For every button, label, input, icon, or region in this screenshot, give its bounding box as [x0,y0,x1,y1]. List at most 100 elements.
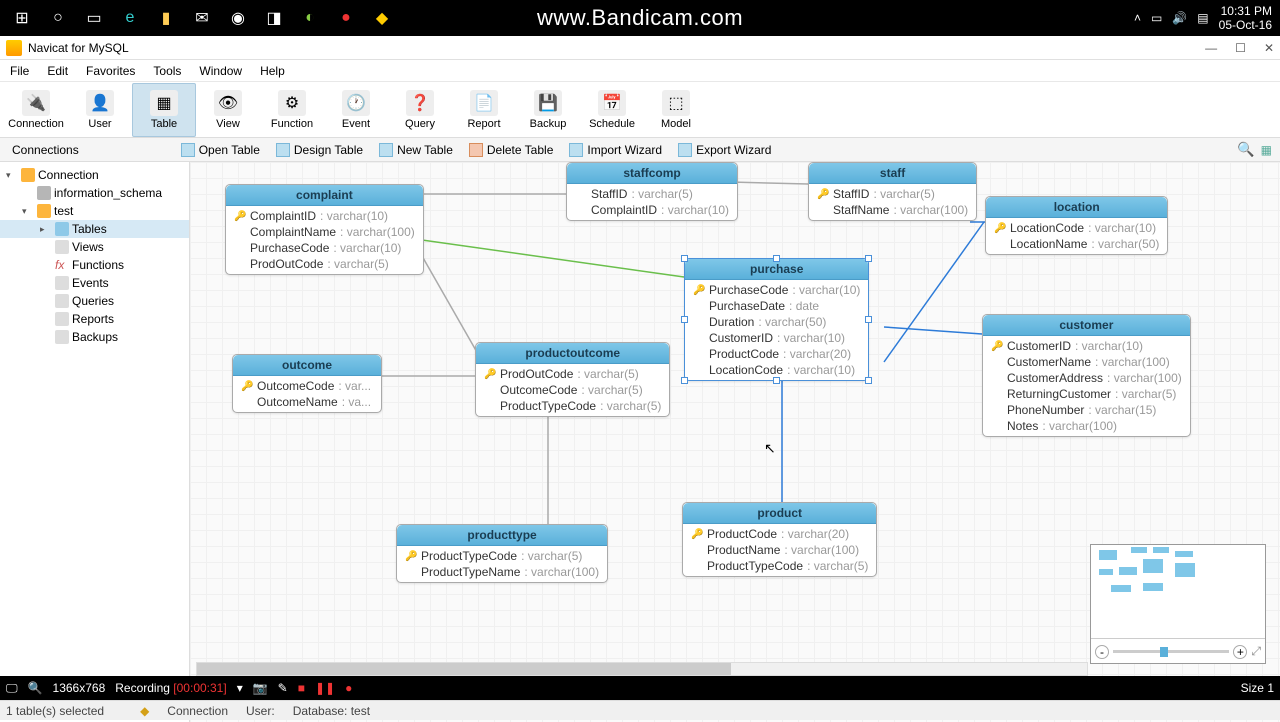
field-row[interactable]: PurchaseDate : date [685,298,868,314]
field-row[interactable]: CustomerName : varchar(100) [983,354,1190,370]
taskbar-clock[interactable]: 10:31 PM 05-Oct-16 [1219,4,1272,33]
toolbar-function[interactable]: ⚙Function [260,83,324,137]
tray-battery-icon[interactable]: ▭ [1151,11,1162,25]
field-row[interactable]: ProductCode : varchar(20) [685,346,868,362]
entity-complaint[interactable]: complaint 🔑ComplaintID : varchar(10)Compl… [225,184,424,275]
field-row[interactable]: OutcomeName : va... [233,394,381,410]
chevron-down-icon[interactable]: ▾ [22,206,34,217]
entity-header[interactable]: complaint [226,185,423,206]
view-grid-icon[interactable]: ▦ [1261,143,1272,157]
tree-queries[interactable]: Queries [72,294,114,308]
delete-table-button[interactable]: Delete Table [461,143,562,157]
resize-handle[interactable] [865,377,872,384]
resize-handle[interactable] [681,316,688,323]
resize-handle[interactable] [681,377,688,384]
bandicam-search-icon[interactable]: 🔍 [28,681,43,695]
entity-outcome[interactable]: outcome🔑OutcomeCode : var...OutcomeName … [232,354,382,413]
menu-file[interactable]: File [6,62,33,80]
field-row[interactable]: CustomerID : varchar(10) [685,330,868,346]
field-row[interactable]: 🔑ProductCode : varchar(20) [683,526,876,542]
field-row[interactable]: 🔑ProdOutCode : varchar(5) [476,366,669,382]
field-row[interactable]: ProductName : varchar(100) [683,542,876,558]
tree-connection[interactable]: Connection [38,168,99,182]
store-icon[interactable]: ◨ [258,2,290,34]
entity-productoutcome[interactable]: productoutcome 🔑ProdOutCode : varchar(5)O… [475,342,670,417]
chrome-icon[interactable]: ◉ [222,2,254,34]
field-row[interactable]: 🔑OutcomeCode : var... [233,378,381,394]
horizontal-scrollbar[interactable] [196,662,1088,676]
entity-header[interactable]: productoutcome [476,343,669,364]
tray-action-icon[interactable]: ▤ [1197,11,1208,25]
record-icon[interactable]: ● [330,2,362,34]
minimap[interactable]: - + ⤢ [1090,544,1266,664]
entity-header[interactable]: purchase [685,259,868,280]
resize-handle[interactable] [773,255,780,262]
field-row[interactable]: StaffName : varchar(100) [809,202,976,218]
explorer-icon[interactable]: ▮ [150,2,182,34]
minimize-button[interactable]: — [1205,41,1217,55]
field-row[interactable]: LocationName : varchar(50) [986,236,1167,252]
field-row[interactable]: PurchaseCode : varchar(10) [226,240,423,256]
field-row[interactable]: 🔑PurchaseCode : varchar(10) [685,282,868,298]
field-row[interactable]: ProductTypeCode : varchar(5) [683,558,876,574]
field-row[interactable]: 🔑ComplaintID : varchar(10) [226,208,423,224]
entity-header[interactable]: customer [983,315,1190,336]
field-row[interactable]: LocationCode : varchar(10) [685,362,868,378]
tree-functions[interactable]: Functions [72,258,124,272]
field-row[interactable]: ProdOutCode : varchar(5) [226,256,423,272]
toolbar-model[interactable]: ⬚Model [644,83,708,137]
taskview-icon[interactable]: ▭ [78,2,110,34]
toolbar-query[interactable]: ❓Query [388,83,452,137]
entity-staff[interactable]: staff🔑StaffID : varchar(5)StaffName : va… [808,162,977,221]
tray-chevron-icon[interactable]: ˄ [1134,11,1141,25]
entity-purchase[interactable]: purchase 🔑PurchaseCode : varchar(10)Purch… [684,258,869,381]
open-table-button[interactable]: Open Table [173,143,268,157]
toolbar-backup[interactable]: 💾Backup [516,83,580,137]
field-row[interactable]: 🔑CustomerID : varchar(10) [983,338,1190,354]
bandicam-monitor-icon[interactable]: 🖵 [6,681,18,696]
field-row[interactable]: ComplaintName : varchar(100) [226,224,423,240]
entity-producttype[interactable]: producttype 🔑ProductTypeCode : varchar(5)… [396,524,608,583]
resize-handle[interactable] [773,377,780,384]
field-row[interactable]: Duration : varchar(50) [685,314,868,330]
search-icon[interactable]: 🔍 [1237,141,1254,158]
toolbar-event[interactable]: 🕐Event [324,83,388,137]
field-row[interactable]: 🔑ProductTypeCode : varchar(5) [397,548,607,564]
tree-views[interactable]: Views [72,240,104,254]
connection-tree[interactable]: ▾Connection information_schema ▾test ▸Ta… [0,162,190,722]
rec-record-icon[interactable]: ● [345,681,352,695]
design-table-button[interactable]: Design Table [268,143,371,157]
menu-tools[interactable]: Tools [149,62,185,80]
edge-icon[interactable]: e [114,2,146,34]
field-row[interactable]: OutcomeCode : varchar(5) [476,382,669,398]
menu-favorites[interactable]: Favorites [82,62,139,80]
rec-dropdown-icon[interactable]: ▾ [237,681,243,695]
tree-tables[interactable]: Tables [72,222,107,236]
tree-backups[interactable]: Backups [72,330,118,344]
toolbar-user[interactable]: 👤User [68,83,132,137]
entity-header[interactable]: staffcomp [567,163,737,184]
entity-header[interactable]: producttype [397,525,607,546]
field-row[interactable]: 🔑LocationCode : varchar(10) [986,220,1167,236]
menu-window[interactable]: Window [195,62,246,80]
field-row[interactable]: ReturningCustomer : varchar(5) [983,386,1190,402]
chevron-down-icon[interactable]: ▾ [6,170,18,181]
rec-stop-icon[interactable]: ■ [298,681,305,695]
entity-header[interactable]: product [683,503,876,524]
tree-schema[interactable]: information_schema [54,186,162,200]
resize-handle[interactable] [681,255,688,262]
toolbar-view[interactable]: 👁View [196,83,260,137]
tree-events[interactable]: Events [72,276,109,290]
maximize-button[interactable]: ☐ [1235,41,1246,55]
toolbar-connection[interactable]: 🔌Connection [4,83,68,137]
entity-product[interactable]: product🔑ProductCode : varchar(20)Product… [682,502,877,577]
menu-edit[interactable]: Edit [43,62,72,80]
entity-staffcomp[interactable]: staffcompStaffID : varchar(5)ComplaintID… [566,162,738,221]
start-icon[interactable]: ⊞ [6,2,38,34]
diagram-canvas[interactable]: ↖ - + ⤢ complaint🔑ComplaintID [190,162,1280,722]
field-row[interactable]: ComplaintID : varchar(10) [567,202,737,218]
zoom-in-button[interactable]: + [1233,645,1247,659]
import-wizard-button[interactable]: Import Wizard [561,143,670,157]
entity-customer[interactable]: customer 🔑CustomerID : varchar(10)Custome… [982,314,1191,437]
export-wizard-button[interactable]: Export Wizard [670,143,779,157]
